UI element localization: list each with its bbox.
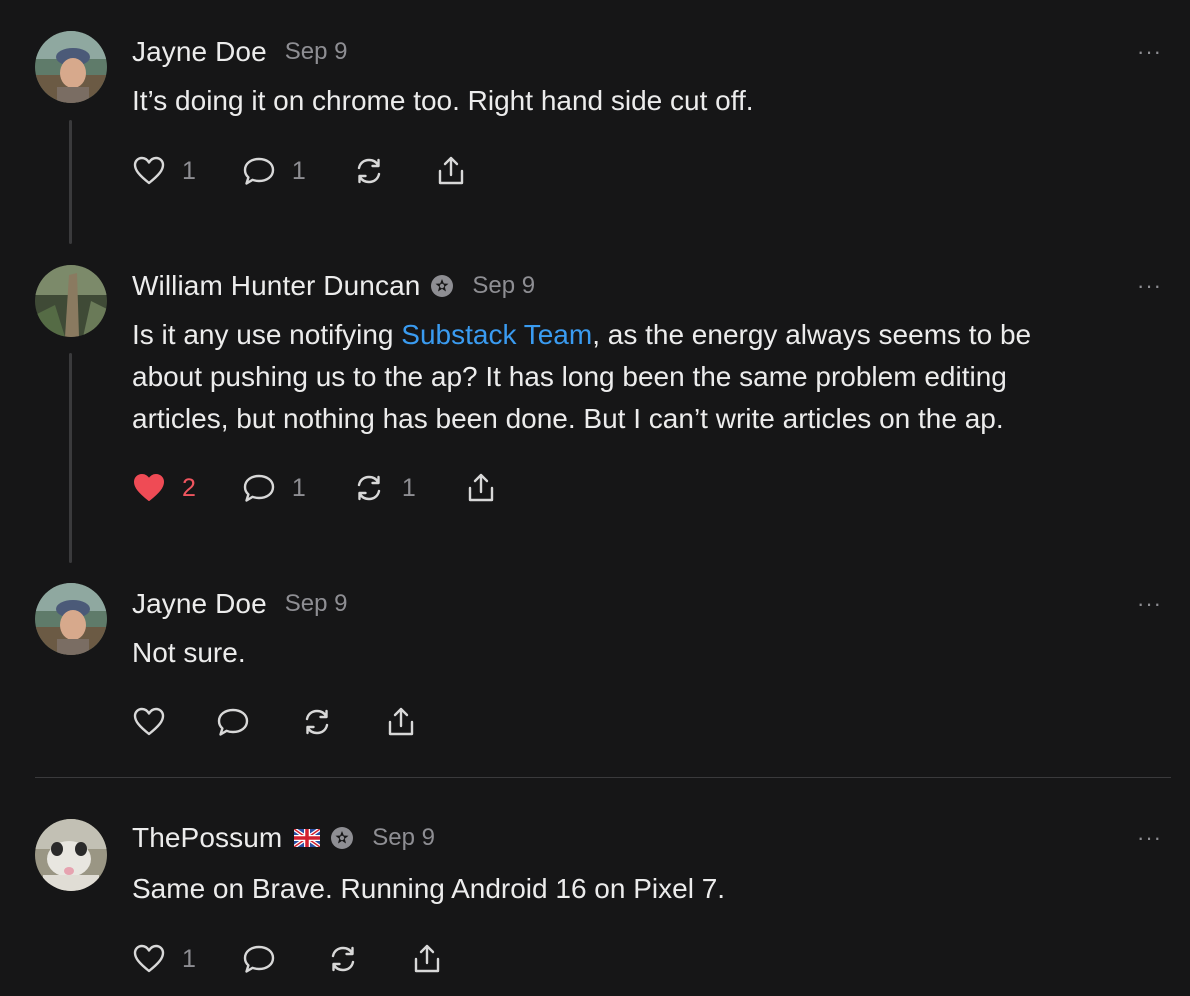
reply-count: 1 [291,156,306,185]
share-button[interactable] [434,154,468,188]
reply-count: 1 [291,473,306,502]
share-button[interactable] [410,942,444,976]
comment-header: Jayne Doe Sep 9 [132,35,347,69]
restack-button[interactable] [352,154,386,188]
like-button[interactable]: 1 [132,154,196,188]
share-icon [388,707,414,736]
comment: William Hunter Duncan Sep 9 ··· Is it an… [0,250,1190,570]
comment-header: Jayne Doe Sep 9 [132,587,347,621]
like-button[interactable] [132,705,166,739]
restack-button[interactable]: 1 [352,471,416,505]
action-bar [132,704,418,740]
restack-count: 1 [401,473,416,502]
restack-icon [305,709,329,735]
share-icon [438,156,464,185]
avatar[interactable] [35,819,107,891]
comment-bubble-icon [243,474,275,502]
comment-text: Is it any use notifying Substack Team, a… [132,314,1142,440]
comment-date[interactable]: Sep 9 [372,824,435,852]
comment-text-part: about pushing us to the ap? It has long … [132,361,1007,392]
thread-line [69,120,72,244]
comment: Jayne Doe Sep 9 ··· Not sure. [0,570,1190,770]
like-button[interactable]: 1 [132,942,196,976]
like-count: 1 [182,944,196,973]
comment-date[interactable]: Sep 9 [285,38,348,66]
comment-header: William Hunter Duncan Sep 9 [132,269,535,303]
uk-flag-icon [294,829,321,847]
comment-bubble-icon [217,708,249,736]
reply-button[interactable]: 1 [242,471,306,505]
more-options-icon[interactable]: ··· [1137,593,1162,615]
comment-text-part: Is it any use notifying [132,319,402,350]
action-bar: 1 [132,941,444,977]
subscriber-badge-icon [430,274,454,298]
author-name[interactable]: William Hunter Duncan [132,270,420,302]
subscriber-badge-icon [330,826,354,850]
action-bar: 1 1 [132,153,468,189]
more-options-icon[interactable]: ··· [1137,827,1162,849]
restack-icon [357,158,381,184]
more-options-icon[interactable]: ··· [1137,41,1162,63]
comment-date[interactable]: Sep 9 [285,590,348,618]
comment: ThePossum Sep 9 ··· Same on Brave. Runni… [0,800,1190,996]
comment-text-part: , as the energy always seems to be [592,319,1032,350]
heart-icon [133,156,165,185]
reply-button[interactable]: 1 [242,154,306,188]
reply-button[interactable] [242,942,276,976]
heart-icon [133,707,165,736]
comment-bubble-icon [243,945,275,973]
avatar[interactable] [35,583,107,655]
avatar[interactable] [35,31,107,103]
comment-text: It’s doing it on chrome too. Right hand … [132,85,754,116]
share-button[interactable] [464,471,498,505]
reply-button[interactable] [216,705,250,739]
heart-icon [133,944,165,973]
restack-icon [357,475,381,501]
like-button[interactable]: 2 [132,471,196,505]
comment-text-part: articles, but nothing has been done. But… [132,403,1004,434]
comment-text: Not sure. [132,637,246,668]
avatar[interactable] [35,265,107,337]
comment-text: Same on Brave. Running Android 16 on Pix… [132,873,726,904]
action-bar: 2 1 1 [132,470,498,506]
comment-bubble-icon [243,157,275,185]
thread-line [69,353,72,563]
more-options-icon[interactable]: ··· [1137,275,1162,297]
restack-icon [331,946,355,972]
comment-date[interactable]: Sep 9 [472,272,535,300]
restack-button[interactable] [326,942,360,976]
author-name[interactable]: Jayne Doe [132,588,267,620]
thread-divider [35,777,1171,778]
like-count: 1 [182,156,196,185]
mention-link[interactable]: Substack Team [401,319,592,350]
comment: Jayne Doe Sep 9 ··· It’s doing it on chr… [0,0,1190,250]
author-name[interactable]: ThePossum [132,822,282,854]
author-name[interactable]: Jayne Doe [132,36,267,68]
share-icon [468,473,493,502]
heart-filled-icon [134,474,164,501]
share-button[interactable] [384,705,418,739]
restack-button[interactable] [300,705,334,739]
like-count: 2 [182,473,196,502]
comment-header: ThePossum Sep 9 [132,821,435,855]
share-icon [414,944,440,973]
